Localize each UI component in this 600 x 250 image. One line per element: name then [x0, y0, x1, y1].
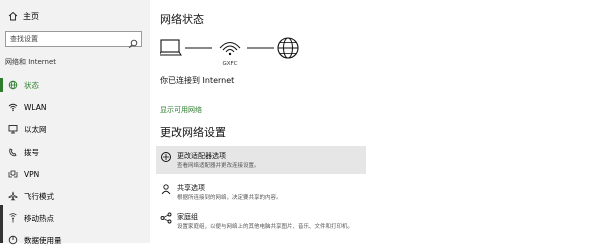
show-available-networks-link[interactable]: 显示可用网络	[160, 105, 202, 115]
sidebar-item-label: 拨号	[24, 147, 39, 157]
page-title: 网络状态	[160, 13, 204, 26]
home-icon	[6, 10, 20, 22]
sidebar-item-wlan[interactable]: WLAN	[0, 97, 150, 117]
option-description: 设置家庭组，以便与网络上的其他电脑共享图片、音乐、文件和打印机。	[177, 224, 354, 230]
search-icon[interactable]	[128, 34, 138, 53]
option-description: 根据所连接到的网络，决定要共享的内容。	[177, 195, 282, 201]
wifi-signal-icon	[219, 42, 241, 56]
sidebar-scrollbar[interactable]	[0, 205, 3, 243]
sidebar-item-vpn[interactable]: VPN	[0, 164, 150, 184]
wifi-icon	[6, 101, 20, 113]
vpn-icon	[6, 168, 20, 180]
ethernet-icon	[6, 123, 20, 135]
sidebar-item-airplane-mode[interactable]: 飞行模式	[0, 186, 150, 206]
hotspot-icon	[6, 212, 20, 224]
option-title: 共享选项	[177, 184, 205, 192]
search-box[interactable]	[5, 31, 142, 49]
sidebar-item-status[interactable]: 状态	[0, 75, 150, 95]
computer-icon	[160, 39, 182, 56]
sidebar: 主页 网络和 Internet 状态 WLAN 以太网 拨号	[0, 0, 150, 245]
homegroup-icon	[160, 212, 172, 224]
sidebar-item-dialup[interactable]: 拨号	[0, 142, 150, 162]
data-usage-icon	[6, 234, 20, 246]
sidebar-item-label: 移动热点	[24, 213, 54, 223]
sidebar-item-label: 数据使用量	[24, 235, 62, 245]
airplane-icon	[6, 190, 20, 202]
active-indicator	[0, 78, 3, 92]
change-adapter-options[interactable]: 更改适配器选项 查看网络适配器并更改连接设置。	[156, 146, 366, 174]
sharing-icon	[161, 184, 171, 195]
sidebar-item-label: 状态	[24, 80, 39, 90]
dialup-icon	[6, 146, 20, 158]
sidebar-item-label: WLAN	[24, 102, 47, 112]
section-label: 网络和 Internet	[5, 58, 57, 66]
adapter-icon	[161, 152, 171, 162]
sidebar-item-mobile-hotspot[interactable]: 移动热点	[0, 208, 150, 228]
sidebar-item-ethernet[interactable]: 以太网	[0, 119, 150, 139]
option-description: 查看网络适配器并更改连接设置。	[177, 163, 260, 169]
sidebar-item-data-usage[interactable]: 数据使用量	[0, 230, 150, 250]
sidebar-item-label: 飞行模式	[24, 191, 54, 201]
home-label: 主页	[23, 11, 39, 21]
network-diagram: GXFC	[160, 37, 299, 67]
sidebar-item-label: VPN	[24, 169, 40, 179]
main-content: 网络状态 GXFC 你已连接到 Internet 显示可用网络 更改网络设置 更…	[150, 0, 600, 243]
sidebar-item-label: 以太网	[24, 124, 47, 134]
sharing-options[interactable]: 共享选项 根据所连接到的网络，决定要共享的内容。	[156, 178, 366, 206]
globe-icon	[6, 79, 20, 91]
option-title: 家庭组	[177, 213, 198, 221]
internet-globe-icon	[277, 37, 299, 59]
change-settings-heading: 更改网络设置	[160, 126, 226, 139]
home-nav-item[interactable]: 主页	[6, 10, 39, 22]
connection-status: 你已连接到 Internet	[160, 76, 235, 85]
search-input[interactable]	[10, 33, 120, 45]
option-title: 更改适配器选项	[177, 152, 226, 160]
homegroup-option[interactable]: 家庭组 设置家庭组，以便与网络上的其他电脑共享图片、音乐、文件和打印机。	[156, 207, 366, 235]
network-name: GXFC	[222, 61, 237, 67]
